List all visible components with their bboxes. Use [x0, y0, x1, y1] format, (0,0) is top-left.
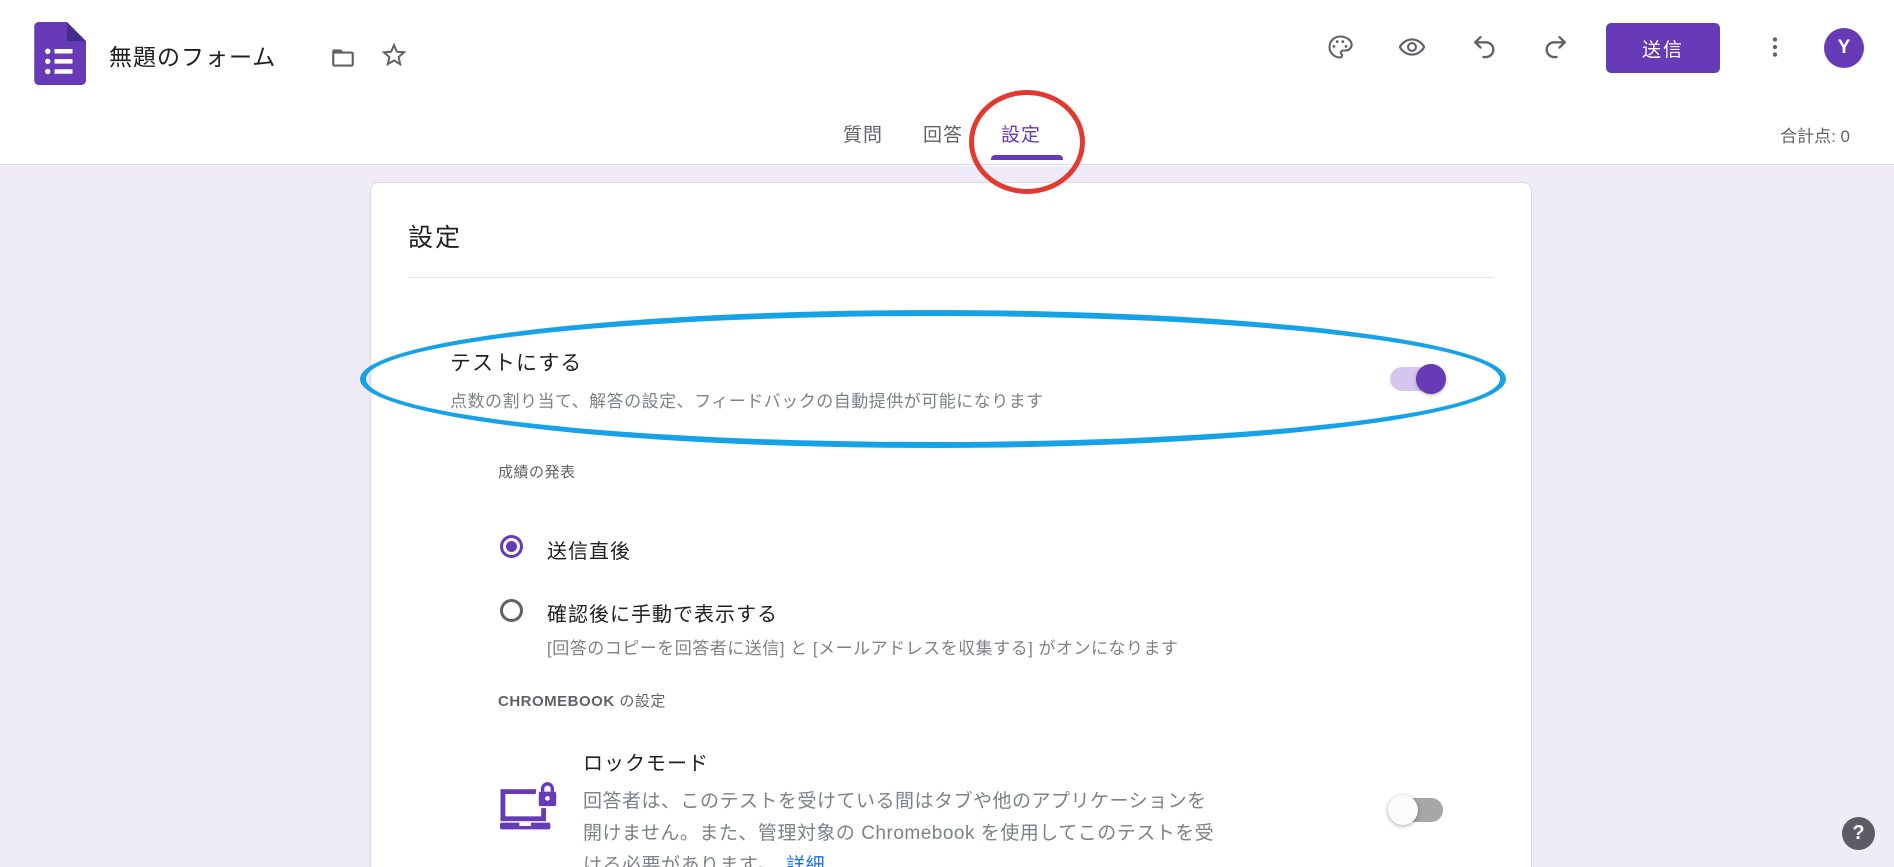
send-button[interactable]: 送信 [1606, 23, 1720, 73]
undo-icon[interactable] [1470, 33, 1498, 61]
tab-responses[interactable]: 回答 [923, 120, 963, 147]
grades-section-label: 成績の発表 [498, 461, 576, 482]
lock-mode-title: ロックモード [583, 747, 709, 776]
tab-questions[interactable]: 質問 [843, 120, 883, 147]
laptop-lock-icon [500, 780, 562, 834]
total-points-label: 合計点: 0 [1710, 122, 1850, 147]
quiz-toggle-title: テストにする [450, 347, 582, 377]
settings-heading: 設定 [408, 218, 462, 254]
tab-settings[interactable]: 設定 [1001, 120, 1041, 147]
settings-card [370, 182, 1532, 867]
help-icon[interactable]: ? [1842, 817, 1875, 850]
quiz-toggle-description: 点数の割り当て、解答の設定、フィードバックの自動提供が可能になります [450, 387, 1044, 412]
details-link[interactable]: 詳細 [786, 855, 825, 867]
active-tab-underline [991, 155, 1063, 160]
chromebook-label-caps: CHROMEBOOK [498, 693, 615, 710]
lock-mode-description-line2: 開けません。また、管理対象の Chromebook を使用してこのテストを受 [583, 818, 1214, 845]
radio-release-later-description: [回答のコピーを回答者に送信] と [メールアドレスを収集する] がオンになりま… [547, 634, 1179, 659]
form-title[interactable]: 無題のフォーム [109, 38, 276, 72]
radio-release-immediately[interactable] [500, 535, 523, 558]
preview-eye-icon[interactable] [1398, 33, 1426, 61]
lock-mode-description-line3: ける必要があります。詳細 [583, 850, 825, 867]
chromebook-section-label: CHROMEBOOK の設定 [498, 690, 666, 711]
forms-logo-icon[interactable] [32, 22, 86, 84]
quiz-toggle-knob [1416, 364, 1446, 394]
account-avatar[interactable]: Y [1824, 28, 1864, 68]
lock-mode-toggle-knob [1388, 795, 1418, 825]
lock-mode-description-line1: 回答者は、このテストを受けている間はタブや他のアプリケーションを [583, 786, 1207, 813]
lock-mode-description-line3-text: ける必要があります。 [583, 855, 776, 867]
radio-release-immediately-label[interactable]: 送信直後 [547, 535, 631, 564]
quiz-toggle-switch[interactable] [1390, 367, 1446, 391]
star-icon[interactable] [379, 40, 409, 70]
theme-palette-icon[interactable] [1326, 33, 1354, 61]
radio-release-later-label[interactable]: 確認後に手動で表示する [547, 598, 778, 627]
app-header: 無題のフォーム [0, 0, 1894, 165]
redo-icon[interactable] [1542, 33, 1570, 61]
heading-divider [408, 277, 1494, 278]
chromebook-label-rest: の設定 [615, 693, 666, 710]
google-forms-settings-screen: 無題のフォーム [0, 0, 1894, 867]
radio-release-later[interactable] [500, 599, 523, 622]
move-to-folder-icon[interactable] [330, 45, 356, 71]
more-options-icon[interactable] [1762, 34, 1788, 60]
lock-mode-toggle-switch[interactable] [1390, 798, 1446, 822]
